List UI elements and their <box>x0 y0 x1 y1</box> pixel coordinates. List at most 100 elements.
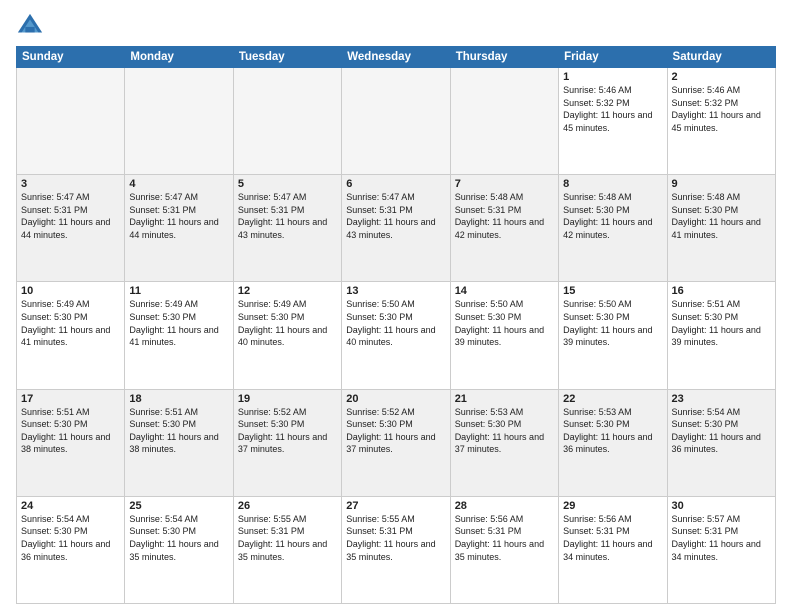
weekday-header-row: SundayMondayTuesdayWednesdayThursdayFrid… <box>17 47 776 68</box>
day-info: Sunrise: 5:51 AMSunset: 5:30 PMDaylight:… <box>129 406 228 456</box>
day-cell: 26Sunrise: 5:55 AMSunset: 5:31 PMDayligh… <box>233 496 341 603</box>
day-info: Sunrise: 5:54 AMSunset: 5:30 PMDaylight:… <box>672 406 771 456</box>
day-cell: 24Sunrise: 5:54 AMSunset: 5:30 PMDayligh… <box>17 496 125 603</box>
header <box>16 12 776 40</box>
day-cell: 25Sunrise: 5:54 AMSunset: 5:30 PMDayligh… <box>125 496 233 603</box>
day-cell: 11Sunrise: 5:49 AMSunset: 5:30 PMDayligh… <box>125 282 233 389</box>
day-cell: 7Sunrise: 5:48 AMSunset: 5:31 PMDaylight… <box>450 175 558 282</box>
day-number: 23 <box>672 393 771 405</box>
day-number: 5 <box>238 178 337 190</box>
day-info: Sunrise: 5:53 AMSunset: 5:30 PMDaylight:… <box>455 406 554 456</box>
day-info: Sunrise: 5:50 AMSunset: 5:30 PMDaylight:… <box>455 298 554 348</box>
day-number: 12 <box>238 285 337 297</box>
day-number: 9 <box>672 178 771 190</box>
day-cell: 28Sunrise: 5:56 AMSunset: 5:31 PMDayligh… <box>450 496 558 603</box>
day-info: Sunrise: 5:52 AMSunset: 5:30 PMDaylight:… <box>346 406 445 456</box>
day-cell: 18Sunrise: 5:51 AMSunset: 5:30 PMDayligh… <box>125 389 233 496</box>
day-cell: 3Sunrise: 5:47 AMSunset: 5:31 PMDaylight… <box>17 175 125 282</box>
day-number: 7 <box>455 178 554 190</box>
day-cell <box>233 68 341 175</box>
day-info: Sunrise: 5:57 AMSunset: 5:31 PMDaylight:… <box>672 513 771 563</box>
day-number: 4 <box>129 178 228 190</box>
day-cell: 19Sunrise: 5:52 AMSunset: 5:30 PMDayligh… <box>233 389 341 496</box>
day-info: Sunrise: 5:47 AMSunset: 5:31 PMDaylight:… <box>346 191 445 241</box>
day-cell: 20Sunrise: 5:52 AMSunset: 5:30 PMDayligh… <box>342 389 450 496</box>
day-info: Sunrise: 5:49 AMSunset: 5:30 PMDaylight:… <box>129 298 228 348</box>
day-cell: 21Sunrise: 5:53 AMSunset: 5:30 PMDayligh… <box>450 389 558 496</box>
day-info: Sunrise: 5:48 AMSunset: 5:30 PMDaylight:… <box>563 191 662 241</box>
day-number: 25 <box>129 500 228 512</box>
day-number: 26 <box>238 500 337 512</box>
day-number: 17 <box>21 393 120 405</box>
day-number: 28 <box>455 500 554 512</box>
day-cell: 30Sunrise: 5:57 AMSunset: 5:31 PMDayligh… <box>667 496 775 603</box>
day-number: 30 <box>672 500 771 512</box>
day-info: Sunrise: 5:49 AMSunset: 5:30 PMDaylight:… <box>238 298 337 348</box>
day-cell: 12Sunrise: 5:49 AMSunset: 5:30 PMDayligh… <box>233 282 341 389</box>
day-number: 3 <box>21 178 120 190</box>
day-number: 22 <box>563 393 662 405</box>
day-cell: 29Sunrise: 5:56 AMSunset: 5:31 PMDayligh… <box>559 496 667 603</box>
day-info: Sunrise: 5:56 AMSunset: 5:31 PMDaylight:… <box>563 513 662 563</box>
weekday-header-thursday: Thursday <box>450 47 558 68</box>
day-number: 13 <box>346 285 445 297</box>
day-cell: 23Sunrise: 5:54 AMSunset: 5:30 PMDayligh… <box>667 389 775 496</box>
week-row-5: 24 Sunrise: 5:54 AMSunset: 5:30 PMDayligh… <box>17 496 776 603</box>
day-cell: 9Sunrise: 5:48 AMSunset: 5:30 PMDaylight… <box>667 175 775 282</box>
day-number: 20 <box>346 393 445 405</box>
day-cell <box>450 68 558 175</box>
day-cell <box>125 68 233 175</box>
week-row-1: 1Sunrise: 5:46 AMSunset: 5:32 PMDaylight… <box>17 68 776 175</box>
day-info: Sunrise: 5:55 AMSunset: 5:31 PMDaylight:… <box>238 513 337 563</box>
day-number: 10 <box>21 285 120 297</box>
weekday-header-wednesday: Wednesday <box>342 47 450 68</box>
day-number: 8 <box>563 178 662 190</box>
day-number: 29 <box>563 500 662 512</box>
logo-icon <box>16 12 44 40</box>
day-cell: 27Sunrise: 5:55 AMSunset: 5:31 PMDayligh… <box>342 496 450 603</box>
day-info: Sunrise: 5:50 AMSunset: 5:30 PMDaylight:… <box>346 298 445 348</box>
day-info: Sunrise: 5:53 AMSunset: 5:30 PMDaylight:… <box>563 406 662 456</box>
weekday-header-saturday: Saturday <box>667 47 775 68</box>
day-cell: 14Sunrise: 5:50 AMSunset: 5:30 PMDayligh… <box>450 282 558 389</box>
day-cell: 15Sunrise: 5:50 AMSunset: 5:30 PMDayligh… <box>559 282 667 389</box>
day-number: 16 <box>672 285 771 297</box>
logo <box>16 12 48 40</box>
week-row-4: 17Sunrise: 5:51 AMSunset: 5:30 PMDayligh… <box>17 389 776 496</box>
day-number: 11 <box>129 285 228 297</box>
calendar-table: SundayMondayTuesdayWednesdayThursdayFrid… <box>16 46 776 604</box>
day-cell: 13Sunrise: 5:50 AMSunset: 5:30 PMDayligh… <box>342 282 450 389</box>
day-cell <box>17 68 125 175</box>
day-number: 2 <box>672 71 771 83</box>
day-info: Sunrise: 5:54 AMSunset: 5:30 PMDaylight:… <box>129 513 228 563</box>
day-info: Sunrise: 5:51 AMSunset: 5:30 PMDaylight:… <box>21 406 120 456</box>
week-row-3: 10Sunrise: 5:49 AMSunset: 5:30 PMDayligh… <box>17 282 776 389</box>
day-cell: 2Sunrise: 5:46 AMSunset: 5:32 PMDaylight… <box>667 68 775 175</box>
day-info: Sunrise: 5:55 AMSunset: 5:31 PMDaylight:… <box>346 513 445 563</box>
day-number: 1 <box>563 71 662 83</box>
weekday-header-tuesday: Tuesday <box>233 47 341 68</box>
day-info: Sunrise: 5:48 AMSunset: 5:31 PMDaylight:… <box>455 191 554 241</box>
day-cell: 17Sunrise: 5:51 AMSunset: 5:30 PMDayligh… <box>17 389 125 496</box>
day-info: Sunrise: 5:48 AMSunset: 5:30 PMDaylight:… <box>672 191 771 241</box>
weekday-header-friday: Friday <box>559 47 667 68</box>
day-info: Sunrise: 5:46 AMSunset: 5:32 PMDaylight:… <box>672 84 771 134</box>
day-number: 27 <box>346 500 445 512</box>
day-number: 24 <box>21 500 120 512</box>
week-row-2: 3Sunrise: 5:47 AMSunset: 5:31 PMDaylight… <box>17 175 776 282</box>
day-info: Sunrise: 5:47 AMSunset: 5:31 PMDaylight:… <box>129 191 228 241</box>
day-number: 19 <box>238 393 337 405</box>
day-cell: 8Sunrise: 5:48 AMSunset: 5:30 PMDaylight… <box>559 175 667 282</box>
day-info: Sunrise: 5:46 AMSunset: 5:32 PMDaylight:… <box>563 84 662 134</box>
day-number: 14 <box>455 285 554 297</box>
day-info: Sunrise: 5:49 AMSunset: 5:30 PMDaylight:… <box>21 298 120 348</box>
day-info: Sunrise: 5:47 AMSunset: 5:31 PMDaylight:… <box>238 191 337 241</box>
day-info: Sunrise: 5:56 AMSunset: 5:31 PMDaylight:… <box>455 513 554 563</box>
day-info: Sunrise: 5:51 AMSunset: 5:30 PMDaylight:… <box>672 298 771 348</box>
day-cell: 16Sunrise: 5:51 AMSunset: 5:30 PMDayligh… <box>667 282 775 389</box>
day-info: Sunrise: 5:47 AMSunset: 5:31 PMDaylight:… <box>21 191 120 241</box>
day-cell <box>342 68 450 175</box>
day-cell: 6Sunrise: 5:47 AMSunset: 5:31 PMDaylight… <box>342 175 450 282</box>
day-info: Sunrise: 5:52 AMSunset: 5:30 PMDaylight:… <box>238 406 337 456</box>
day-number: 6 <box>346 178 445 190</box>
